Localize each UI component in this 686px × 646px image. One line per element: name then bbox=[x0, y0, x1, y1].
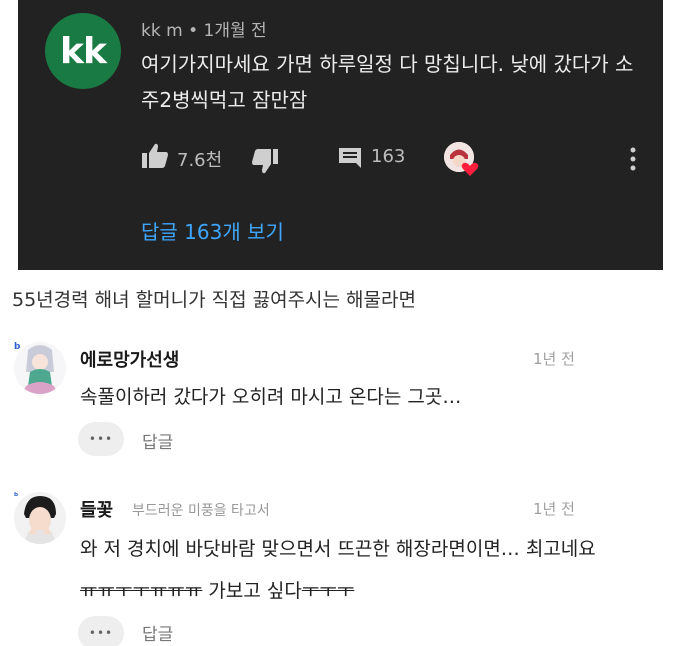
comment-time: 1년 전 bbox=[533, 350, 575, 368]
thumbs-down-icon[interactable] bbox=[251, 148, 279, 178]
level-badge-icon: b bbox=[14, 342, 21, 352]
yt-comment-time: 1개월 전 bbox=[203, 21, 267, 41]
reply-count: 163 bbox=[371, 146, 406, 167]
post-caption: 55년경력 해녀 할머니가 직접 끓여주시는 해물라면 bbox=[12, 289, 416, 311]
comment-text-strike-end: ㅜㅜㅜ bbox=[301, 580, 355, 602]
yt-author-avatar[interactable]: kk bbox=[45, 13, 121, 89]
comment-text-strike: ㅠㅠㅜㅜㅠㅠㅠ bbox=[80, 580, 203, 602]
more-options-button[interactable]: ••• bbox=[78, 616, 124, 646]
yt-author-name[interactable]: kk m bbox=[141, 21, 183, 41]
comment-text-main: 와 저 경치에 바닷바람 맞으면서 뜨끈한 해장라면이면… 최고네요 bbox=[80, 538, 596, 560]
comment-author[interactable]: 들꽃 bbox=[80, 496, 113, 522]
reply-button[interactable]: 답글 bbox=[142, 620, 173, 645]
thumbs-up-icon[interactable] bbox=[141, 143, 169, 173]
avatar[interactable] bbox=[14, 492, 66, 544]
view-replies-link[interactable]: 답글 163개 보기 bbox=[141, 216, 284, 245]
reply-button[interactable]: 답글 bbox=[142, 428, 173, 453]
comment-text: 속풀이하러 갔다가 오히려 마시고 온다는 그곳… bbox=[80, 386, 462, 408]
like-count: 7.6천 bbox=[177, 150, 223, 171]
avatar[interactable] bbox=[14, 342, 66, 394]
youtube-comment-screenshot: kk kk m • 1개월 전 여기가지마세요 가면 하루일정 다 망칩니다. … bbox=[18, 0, 663, 270]
yt-meta-separator: • bbox=[188, 21, 199, 41]
creator-heart-icon bbox=[444, 142, 479, 176]
level-badge-icon: ᵇ bbox=[14, 492, 19, 502]
comment-author[interactable]: 에로망가선생 bbox=[80, 346, 179, 372]
more-options-button[interactable]: ••• bbox=[78, 422, 124, 456]
comment-time: 1년 전 bbox=[533, 500, 575, 518]
more-vert-icon[interactable] bbox=[629, 146, 637, 176]
yt-action-bar: 7.6천 163 bbox=[141, 142, 651, 176]
reply-comment-icon[interactable] bbox=[338, 147, 362, 173]
author-status-message: 부드러운 미풍을 타고서 bbox=[132, 503, 270, 519]
comment-text: 와 저 경치에 바닷바람 맞으면서 뜨끈한 해장라면이면… 최고네요 ㅠㅠㅜㅜㅠㅠ… bbox=[80, 528, 600, 612]
comment-text-middle: 가보고 싶다 bbox=[202, 580, 302, 602]
yt-comment-text: 여기가지마세요 가면 하루일정 다 망칩니다. 낮에 갔다가 소주2병씩먹고 잠… bbox=[141, 52, 634, 112]
yt-comment-meta: kk m • 1개월 전 bbox=[141, 16, 267, 41]
